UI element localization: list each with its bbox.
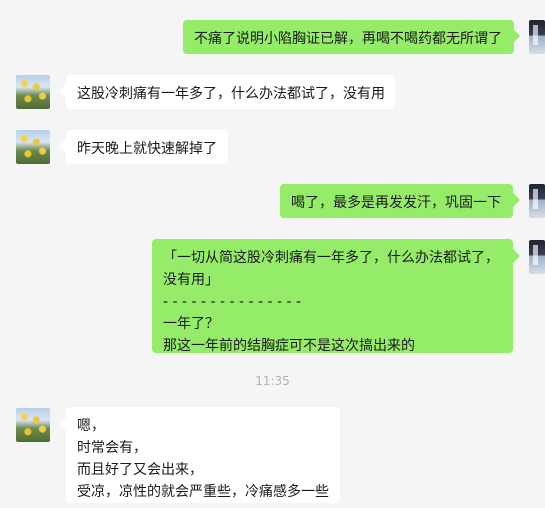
timestamp: 11:35 bbox=[255, 374, 290, 388]
message-bubble-outgoing[interactable]: 「一切从简这股冷刺痛有一年多了，什么办法都试了， 没有用」 - - - - - … bbox=[152, 239, 513, 354]
message-bubble-outgoing[interactable]: 不痛了说明小陷胸证已解，再喝不喝药都无所谓了 bbox=[183, 20, 514, 54]
quote-divider: - - - - - - - - - - - - - - - bbox=[163, 294, 302, 310]
message-bubble-incoming[interactable]: 这股冷刺痛有一年多了，什么办法都试了，没有用 bbox=[66, 75, 395, 109]
contact-avatar[interactable] bbox=[16, 408, 50, 442]
message-bubble-incoming[interactable]: 昨天晚上就快速解掉了 bbox=[66, 130, 228, 164]
message-text: 昨天晚上就快速解掉了 bbox=[77, 141, 217, 157]
sender-avatar[interactable] bbox=[529, 184, 545, 218]
message-text: 不痛了说明小陷胸证已解，再喝不喝药都无所谓了 bbox=[194, 31, 502, 47]
message-text: 嗯， bbox=[77, 418, 105, 434]
message-bubble-outgoing[interactable]: 喝了，最多是再发发汗，巩固一下 bbox=[280, 184, 513, 218]
avatar-image bbox=[533, 245, 538, 265]
quoted-text: 「一切从简这股冷刺痛有一年多了，什么办法都试了， bbox=[163, 250, 499, 266]
contact-avatar[interactable] bbox=[16, 75, 50, 109]
message-text: 那这一年前的结胸症可不是这次搞出来的 bbox=[163, 338, 415, 354]
chat-window: 不痛了说明小陷胸证已解，再喝不喝药都无所谓了 这股冷刺痛有一年多了，什么办法都试… bbox=[0, 0, 545, 508]
sender-avatar[interactable] bbox=[529, 20, 545, 54]
message-text: 时常会有， bbox=[77, 440, 147, 456]
contact-avatar[interactable] bbox=[16, 130, 50, 164]
message-text: 喝了，最多是再发发汗，巩固一下 bbox=[291, 195, 501, 211]
message-text: 一年了？ bbox=[163, 316, 219, 332]
message-text: 这股冷刺痛有一年多了，什么办法都试了，没有用 bbox=[77, 86, 385, 102]
message-text: 而且好了又会出来， bbox=[77, 462, 203, 478]
quoted-text: 没有用」 bbox=[163, 272, 219, 288]
message-text: 受凉，凉性的就会严重些，冷痛感多一些 bbox=[77, 484, 329, 500]
avatar-image bbox=[533, 189, 538, 209]
avatar-image bbox=[533, 25, 538, 45]
sender-avatar[interactable] bbox=[529, 240, 545, 274]
message-bubble-incoming[interactable]: 嗯， 时常会有， 而且好了又会出来， 受凉，凉性的就会严重些，冷痛感多一些 bbox=[66, 407, 340, 503]
